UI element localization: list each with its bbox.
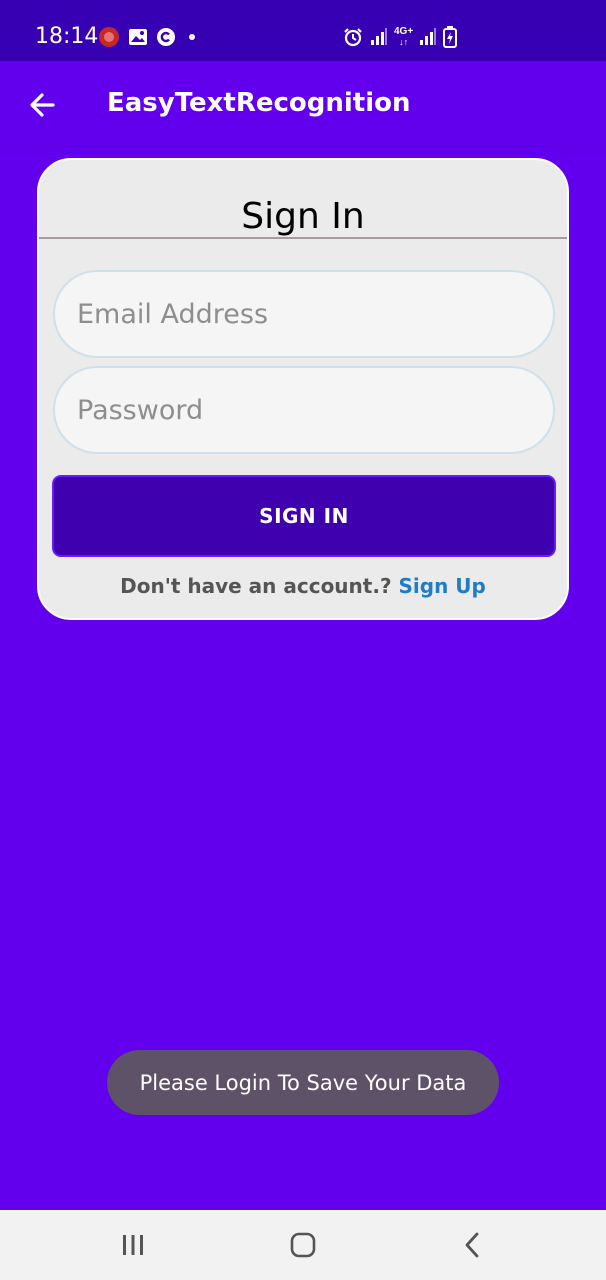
home-button[interactable]	[283, 1228, 323, 1262]
toast-message: Please Login To Save Your Data	[107, 1050, 499, 1115]
system-back-button[interactable]	[452, 1228, 492, 1262]
image-icon	[128, 28, 148, 46]
status-bar: 18:14 4G+ ↓↑	[0, 0, 606, 61]
signal-icon	[370, 27, 388, 47]
password-field[interactable]	[53, 366, 555, 454]
email-field[interactable]	[53, 270, 555, 358]
app-bar: EasyTextRecognition	[0, 61, 606, 147]
sign-in-button[interactable]: SIGN IN	[52, 475, 556, 557]
network-4g-icon: 4G+ ↓↑	[394, 26, 414, 48]
home-icon	[290, 1232, 316, 1258]
status-time: 18:14	[35, 24, 99, 49]
network-label: 4G+	[394, 26, 414, 37]
card-title: Sign In	[241, 196, 365, 237]
no-account-text: Don't have an account.?	[120, 574, 399, 598]
navigation-bar	[0, 1210, 606, 1280]
arrow-left-icon	[30, 93, 55, 117]
sign-up-link[interactable]: Sign Up	[399, 574, 486, 598]
signal-icon	[419, 27, 437, 47]
app-title: EasyTextRecognition	[107, 88, 411, 118]
data-arrows-icon: ↓↑	[399, 37, 409, 47]
back-button[interactable]	[22, 85, 62, 125]
app-notification-icon	[98, 26, 120, 48]
sign-in-card: Sign In SIGN IN Don't have an account.? …	[37, 158, 569, 620]
recents-icon	[123, 1235, 143, 1255]
card-divider	[39, 237, 567, 239]
signup-row: Don't have an account.? Sign Up	[39, 574, 567, 598]
status-right-icons: 4G+ ↓↑	[342, 26, 458, 48]
alarm-icon	[342, 26, 364, 48]
back-icon	[465, 1232, 479, 1258]
status-left-icons	[98, 26, 200, 48]
battery-charging-icon	[443, 26, 458, 48]
recents-button[interactable]	[113, 1228, 153, 1262]
c-circle-icon	[156, 27, 176, 47]
dot-icon	[184, 27, 200, 47]
toast-text: Please Login To Save Your Data	[139, 1070, 467, 1095]
